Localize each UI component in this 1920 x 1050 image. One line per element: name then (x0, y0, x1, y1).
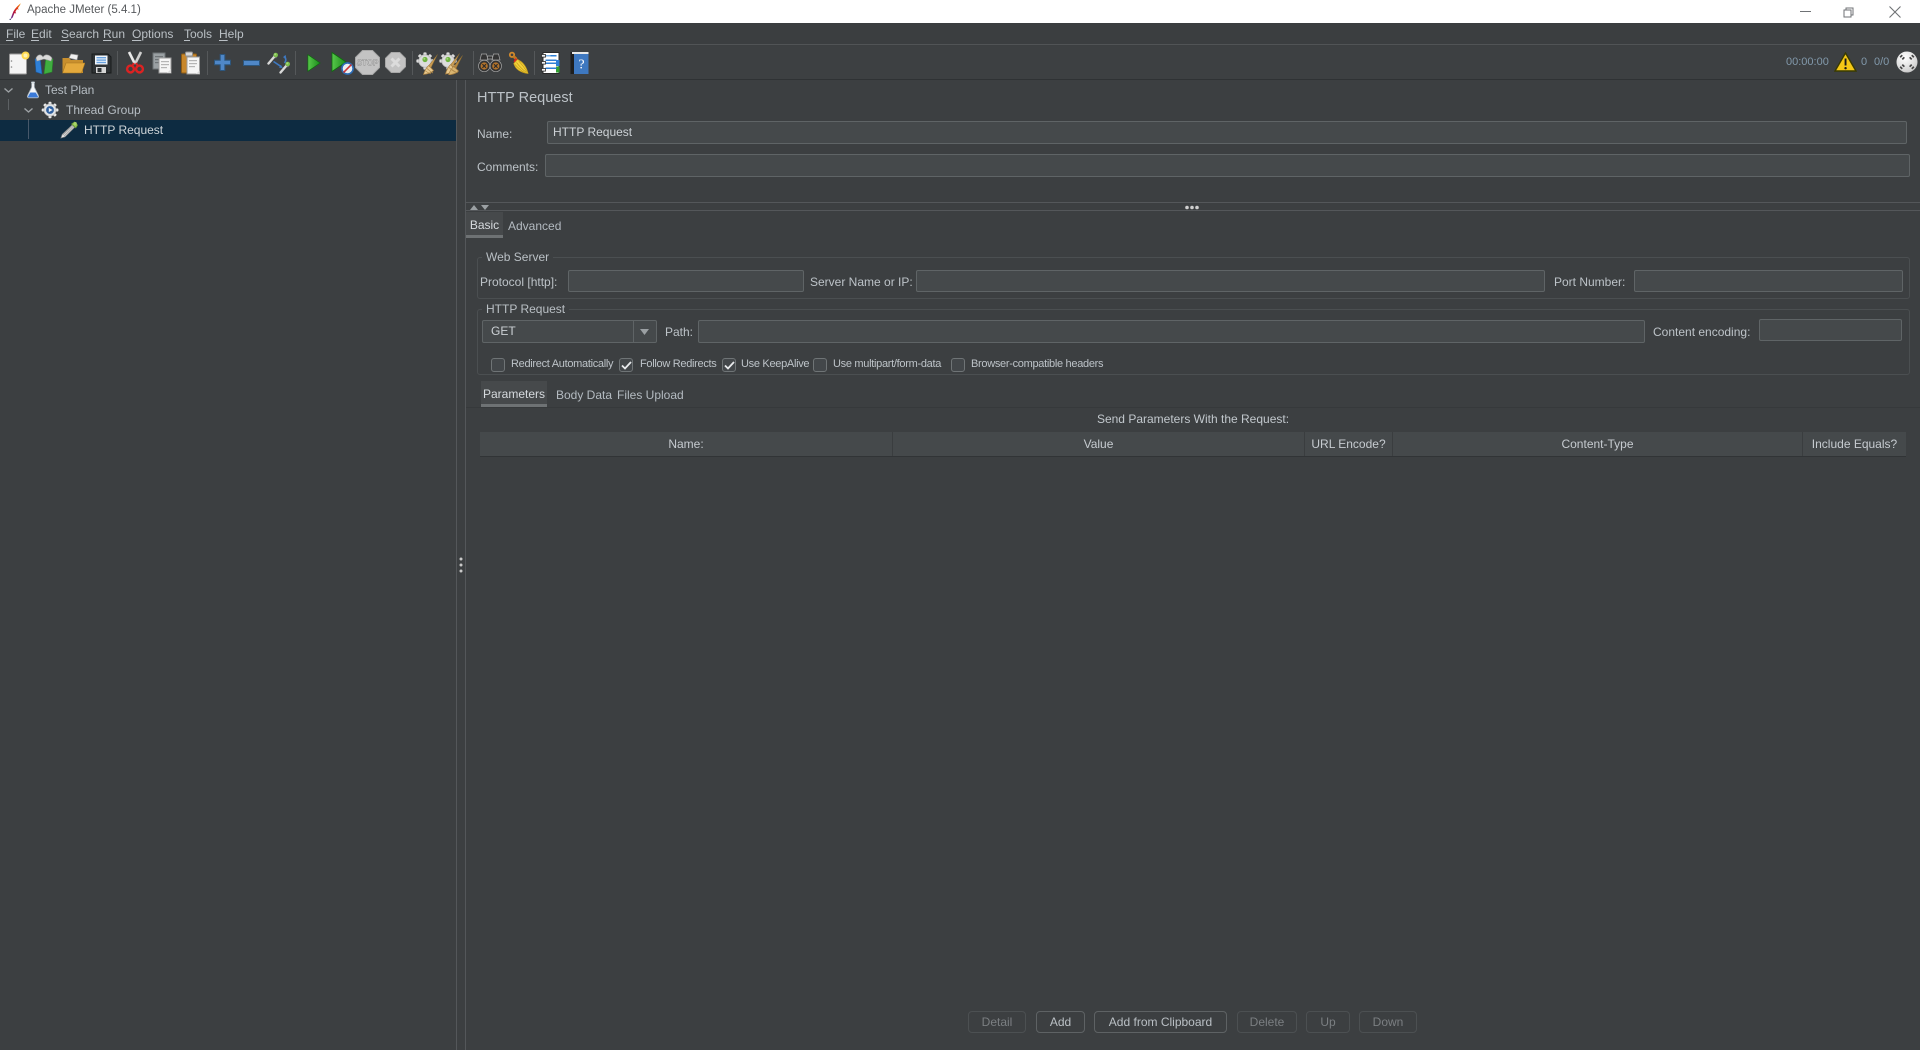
svg-text:STOP: STOP (357, 59, 379, 68)
svg-text:?: ? (578, 58, 584, 73)
